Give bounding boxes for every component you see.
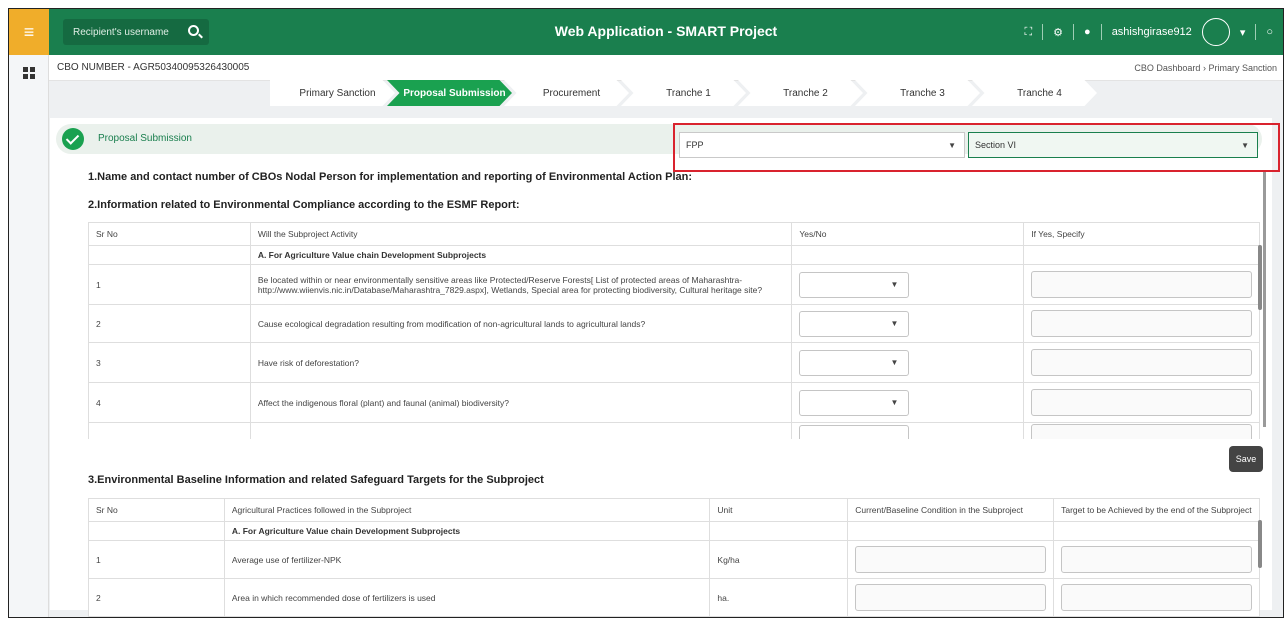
table-cell	[791, 422, 1025, 439]
table-cell	[847, 521, 1055, 541]
table-cell	[1023, 382, 1260, 423]
table-cell	[88, 245, 251, 265]
section-select-value: Section VI	[975, 140, 1017, 150]
fpp-select[interactable]: FPP ▼	[679, 132, 965, 158]
caret-down-icon: ▼	[948, 141, 956, 150]
caret-down-icon: ▼	[1241, 141, 1249, 150]
table1-scrollbar[interactable]	[1258, 245, 1262, 310]
sr-cell: 2	[88, 304, 251, 343]
table-cell	[791, 245, 1025, 265]
table-row: 1 Average use of fertilizer-NPK Kg/ha	[88, 540, 1260, 579]
caret-down-icon: ▼	[890, 318, 899, 328]
baseline-table: Sr No Agricultural Practices followed in…	[88, 498, 1260, 617]
col-header: If Yes, Specify	[1023, 222, 1260, 246]
table-cell	[1053, 521, 1260, 541]
table-cell	[88, 521, 225, 541]
baseline-input[interactable]	[855, 546, 1047, 573]
specify-input[interactable]	[1031, 349, 1252, 376]
table-cell	[1023, 245, 1260, 265]
col-header: Target to be Achieved by the end of the …	[1053, 498, 1260, 522]
baseline-input[interactable]	[855, 584, 1047, 611]
question-cell: Cause ecological degradation resulting f…	[249, 304, 793, 343]
fpp-select-value: FPP	[686, 140, 704, 150]
caret-down-icon: ▼	[890, 357, 899, 367]
group-heading: A. For Agriculture Value chain Developme…	[223, 521, 711, 541]
table-cell	[1023, 422, 1260, 439]
table-row	[88, 422, 1260, 439]
table-cell	[847, 578, 1055, 617]
unit-cell: ha.	[709, 578, 849, 617]
specify-input[interactable]	[1031, 310, 1252, 337]
col-header: Unit	[709, 498, 849, 522]
yes-no-select[interactable]: ▼	[799, 349, 910, 376]
table-cell	[1053, 578, 1260, 617]
page-scrollbar[interactable]	[1263, 172, 1266, 427]
yes-no-select[interactable]	[799, 424, 910, 439]
question-cell: Be located within or near environmentall…	[249, 264, 793, 305]
yes-no-select[interactable]: ▼	[799, 271, 910, 298]
question-cell: Affect the indigenous floral (plant) and…	[249, 382, 793, 423]
table-cell: ▼	[791, 342, 1025, 383]
table-row: 3 Have risk of deforestation? ▼	[88, 342, 1260, 383]
specify-input[interactable]	[1031, 271, 1252, 298]
table-cell	[1053, 540, 1260, 579]
group-heading: A. For Agriculture Value chain Developme…	[249, 245, 793, 265]
table-cell	[847, 540, 1055, 579]
section-select[interactable]: Section VI ▼	[968, 132, 1258, 158]
target-input[interactable]	[1061, 546, 1252, 573]
table-cell	[1023, 304, 1260, 343]
col-header: Will the Subproject Activity	[249, 222, 793, 246]
col-header: Yes/No	[791, 222, 1025, 246]
table-cell	[709, 521, 849, 541]
sr-cell: 2	[88, 578, 225, 617]
caret-down-icon: ▼	[890, 397, 899, 407]
table-cell	[249, 422, 793, 439]
table-row: 2 Cause ecological degradation resulting…	[88, 304, 1260, 343]
col-header: Current/Baseline Condition in the Subpro…	[847, 498, 1055, 522]
table-cell: ▼	[791, 264, 1025, 305]
table1-viewport: Sr No Will the Subproject Activity Yes/N…	[0, 0, 1276, 439]
question-cell: Have risk of deforestation?	[249, 342, 793, 383]
table-row: 1 Be located within or near environmenta…	[88, 264, 1260, 305]
practice-cell: Area in which recommended dose of fertil…	[223, 578, 711, 617]
save-button[interactable]: Save	[1229, 446, 1263, 472]
table-cell: ▼	[791, 304, 1025, 343]
table-row: 4 Affect the indigenous floral (plant) a…	[88, 382, 1260, 423]
yes-no-select[interactable]: ▼	[799, 310, 910, 337]
table-cell	[1023, 342, 1260, 383]
table-row: 2 Area in which recommended dose of fert…	[88, 578, 1260, 617]
compliance-table: Sr No Will the Subproject Activity Yes/N…	[88, 222, 1260, 439]
sr-cell: 1	[88, 540, 225, 579]
table-cell: ▼	[791, 382, 1025, 423]
sr-cell: 1	[88, 264, 251, 305]
specify-input[interactable]	[1031, 389, 1252, 416]
col-header: Sr No	[88, 498, 225, 522]
practice-cell: Average use of fertilizer-NPK	[223, 540, 711, 579]
caret-down-icon: ▼	[890, 279, 899, 289]
unit-cell: Kg/ha	[709, 540, 849, 579]
table2-scrollbar[interactable]	[1258, 520, 1262, 568]
sr-cell: 3	[88, 342, 251, 383]
question-3-heading: 3.Environmental Baseline Information and…	[88, 474, 544, 486]
col-header: Agricultural Practices followed in the S…	[223, 498, 711, 522]
target-input[interactable]	[1061, 584, 1252, 611]
col-header: Sr No	[88, 222, 251, 246]
sr-cell: 4	[88, 382, 251, 423]
specify-input[interactable]	[1031, 424, 1252, 439]
table-cell	[88, 422, 251, 439]
table-cell	[1023, 264, 1260, 305]
yes-no-select[interactable]: ▼	[799, 389, 910, 416]
